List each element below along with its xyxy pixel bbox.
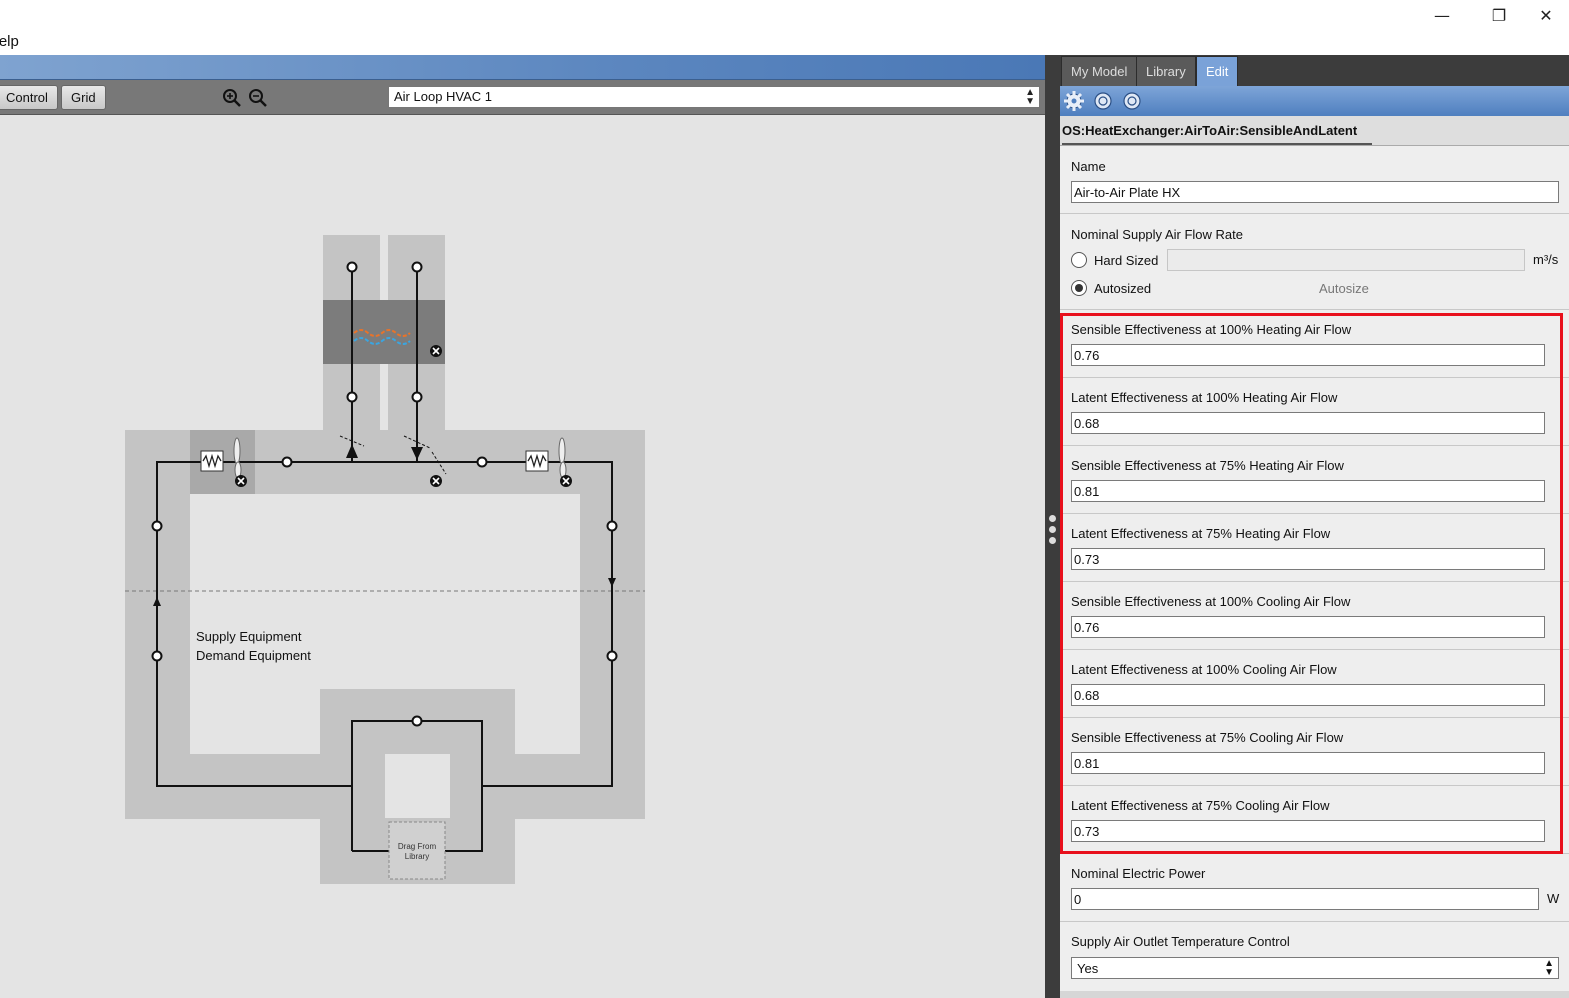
divider [1060, 717, 1569, 718]
effectiveness-label: Latent Effectiveness at 100% Heating Air… [1071, 390, 1338, 405]
remove-fan-right-icon[interactable] [560, 475, 572, 487]
air-loop-diagram: Drag From Library [125, 235, 645, 884]
divider [1060, 581, 1569, 582]
remove-relief-icon[interactable] [430, 475, 442, 487]
node-zone-splitter[interactable] [411, 715, 423, 727]
title-bar: — ❐ ✕ [0, 0, 1569, 30]
scroll-bottom-strip [1060, 991, 1569, 998]
autosized-label: Autosized [1094, 281, 1152, 296]
node-return-upper[interactable] [151, 520, 163, 532]
close-button[interactable]: ✕ [1523, 0, 1569, 30]
editor-header-band [0, 55, 1045, 80]
object-header: OS:HeatExchanger:AirToAir:SensibleAndLat… [1060, 116, 1569, 146]
divider [1060, 649, 1569, 650]
remove-fan-left-icon[interactable] [235, 475, 247, 487]
splitter-grip-dot [1049, 537, 1056, 544]
minimize-button[interactable]: — [1419, 0, 1465, 30]
electric-power-label: Nominal Electric Power [1071, 866, 1206, 881]
name-field[interactable] [1071, 181, 1559, 203]
latent-75-cooling-field[interactable] [1071, 820, 1545, 842]
inspector-iconbar [1060, 86, 1569, 116]
outlet-temp-label: Supply Air Outlet Temperature Control [1071, 934, 1290, 949]
electric-power-field[interactable] [1071, 888, 1539, 910]
inspector-tabbar: My Model Library Edit [1060, 55, 1569, 86]
supply-flow-label: Nominal Supply Air Flow Rate [1071, 227, 1243, 242]
tab-library[interactable]: Library [1136, 56, 1196, 86]
autosize-value: Autosize [1319, 281, 1369, 296]
node-oa-inlet[interactable] [346, 261, 358, 273]
zoom-out-icon[interactable] [248, 88, 268, 108]
node-oa-mixer-right[interactable] [411, 391, 423, 403]
effectiveness-label: Sensible Effectiveness at 75% Cooling Ai… [1071, 730, 1344, 745]
latent-75-heating-field[interactable] [1071, 548, 1545, 570]
divider [1060, 921, 1569, 922]
divider [1060, 513, 1569, 514]
inspector-pane: My Model Library Edit OS:HeatExchanger:A… [1060, 55, 1569, 998]
drag-label-line1: Drag From [398, 842, 437, 851]
effectiveness-label: Sensible Effectiveness at 100% Cooling A… [1071, 594, 1351, 609]
tab-edit[interactable]: Edit [1196, 56, 1239, 86]
node-oa-mixer-left[interactable] [346, 391, 358, 403]
sensible-100-heating-field[interactable] [1071, 344, 1545, 366]
effectiveness-label: Sensible Effectiveness at 100% Heating A… [1071, 322, 1352, 337]
menu-help[interactable]: Help [0, 33, 19, 50]
hard-sized-radio[interactable] [1071, 252, 1087, 268]
pane-splitter[interactable] [1045, 55, 1060, 998]
node-demand-inlet[interactable] [606, 650, 618, 662]
effectiveness-label: Latent Effectiveness at 100% Cooling Air… [1071, 662, 1337, 677]
sensible-75-cooling-field[interactable] [1071, 752, 1545, 774]
gear-icon[interactable] [1063, 90, 1085, 112]
remove-hx-icon[interactable] [430, 345, 442, 357]
outlet-temp-select[interactable]: Yes ▲ ▼ [1071, 957, 1559, 979]
grid-button[interactable]: Grid [61, 85, 106, 110]
restore-button[interactable]: ❐ [1476, 0, 1522, 30]
node-supply-1[interactable] [281, 456, 293, 468]
flow-unit-label: m³/s [1533, 252, 1559, 267]
hvac-editor-pane: Control Grid Air Loop HVAC 1 ▲ ▼ Drag Fr… [0, 55, 1045, 998]
latent-100-cooling-field[interactable] [1071, 684, 1545, 706]
object-type-title: OS:HeatExchanger:AirToAir:SensibleAndLat… [1062, 123, 1372, 145]
zone-inner-gap [385, 754, 450, 818]
hvac-component-icon[interactable] [1121, 90, 1143, 112]
node-relief-outlet[interactable] [411, 261, 423, 273]
control-button[interactable]: Control [0, 85, 58, 110]
node-supply-2[interactable] [476, 456, 488, 468]
electric-power-unit: W [1547, 891, 1560, 906]
zoom-in-icon[interactable] [222, 88, 242, 108]
name-label: Name [1071, 159, 1106, 174]
sensible-100-cooling-field[interactable] [1071, 616, 1545, 638]
divider [1060, 309, 1569, 310]
air-loop-select-value: Air Loop HVAC 1 [394, 89, 493, 104]
node-return-lower[interactable] [151, 650, 163, 662]
divider [1060, 213, 1569, 214]
effectiveness-label: Latent Effectiveness at 75% Heating Air … [1071, 526, 1331, 541]
supply-equipment-label: Supply Equipment [196, 629, 302, 644]
splitter-grip-dot [1049, 515, 1056, 522]
divider [1060, 785, 1569, 786]
select-arrows-icon: ▲ ▼ [1544, 958, 1554, 978]
drag-label-line2: Library [405, 852, 429, 861]
divider [1060, 853, 1569, 854]
menu-bar: Help [0, 30, 1569, 55]
hard-sized-label: Hard Sized [1094, 253, 1159, 268]
air-loop-select[interactable]: Air Loop HVAC 1 ▲ ▼ [388, 86, 1040, 108]
loop-canvas[interactable]: Drag From Library Supply Equipment Deman… [0, 115, 1045, 998]
outlet-temp-value: Yes [1077, 961, 1099, 976]
effectiveness-label: Latent Effectiveness at 75% Cooling Air … [1071, 798, 1330, 813]
effectiveness-label: Sensible Effectiveness at 75% Heating Ai… [1071, 458, 1344, 473]
tab-my-model[interactable]: My Model [1061, 56, 1138, 86]
divider [1060, 377, 1569, 378]
autosized-radio[interactable] [1071, 280, 1087, 296]
hard-sized-value-field [1167, 249, 1525, 271]
node-supply-outlet[interactable] [606, 520, 618, 532]
sensible-75-heating-field[interactable] [1071, 480, 1545, 502]
hvac-node-icon[interactable] [1092, 90, 1114, 112]
editor-toolbar: Control Grid Air Loop HVAC 1 ▲ ▼ [0, 80, 1045, 115]
demand-equipment-label: Demand Equipment [196, 648, 311, 663]
select-arrows-icon: ▲ ▼ [1025, 87, 1035, 107]
latent-100-heating-field[interactable] [1071, 412, 1545, 434]
divider [1060, 445, 1569, 446]
splitter-grip-dot [1049, 526, 1056, 533]
